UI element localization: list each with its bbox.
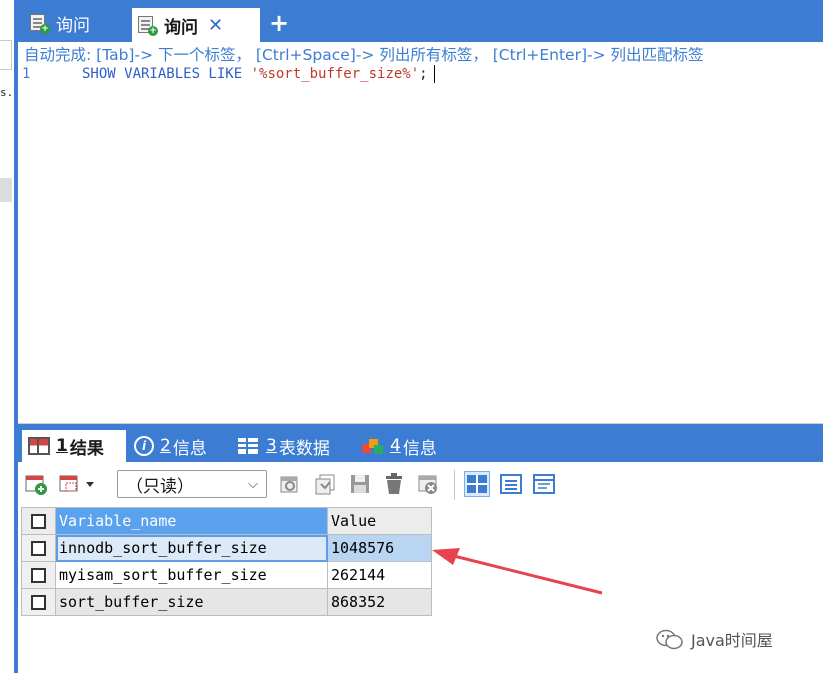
tab-query-2[interactable]: + 询问 ✕ bbox=[132, 8, 260, 42]
text-view-icon bbox=[533, 474, 555, 494]
duplicate-row-button[interactable] bbox=[278, 472, 302, 496]
readonly-mode-select[interactable]: （只读） ⌵ bbox=[117, 470, 267, 498]
line-number: 1 bbox=[22, 66, 31, 82]
cell-value[interactable]: 1048576 bbox=[327, 534, 432, 562]
sql-keywords: SHOW VARIABLES LIKE bbox=[82, 66, 243, 82]
toolbar-divider bbox=[454, 470, 455, 500]
result-toolbar: （只读） ⌵ bbox=[18, 462, 823, 506]
results-grid: Variable_name Value innodb_sort_buffer_s… bbox=[21, 507, 432, 616]
mode-select-value: （只读） bbox=[126, 476, 194, 497]
duplicate-icon bbox=[280, 476, 298, 493]
query-tab-bar: + 询问 + 询问 ✕ + bbox=[18, 0, 823, 42]
object-browser-fragment: s. bbox=[0, 0, 14, 673]
tab-label: 信息 bbox=[402, 438, 437, 459]
connection-box-fragment bbox=[0, 40, 12, 70]
blocks-icon bbox=[362, 437, 384, 455]
object-browser-selection-fragment bbox=[0, 178, 12, 202]
row-checkbox-cell[interactable] bbox=[21, 561, 56, 589]
result-grid-icon bbox=[28, 437, 50, 455]
checkbox[interactable] bbox=[31, 568, 46, 583]
form-view-button[interactable] bbox=[499, 472, 523, 496]
row-checkbox-cell[interactable] bbox=[21, 588, 56, 616]
grid-view-button[interactable] bbox=[464, 471, 490, 497]
text-caret bbox=[433, 65, 435, 83]
table-row[interactable]: innodb_sort_buffer_size 1048576 bbox=[21, 534, 432, 562]
tab-number: 4 bbox=[390, 436, 401, 456]
export-dropdown-button[interactable] bbox=[58, 472, 98, 496]
cell-value[interactable]: 262144 bbox=[327, 561, 432, 589]
tab-number: 3 bbox=[266, 436, 277, 456]
save-button[interactable] bbox=[348, 472, 372, 496]
cell-variable-name[interactable]: innodb_sort_buffer_size bbox=[55, 534, 328, 562]
add-row-button[interactable] bbox=[24, 472, 48, 496]
object-browser-text-fragment: s. bbox=[0, 86, 14, 99]
form-view-icon bbox=[500, 474, 522, 494]
checkbox[interactable] bbox=[31, 514, 46, 529]
cell-variable-name[interactable]: myisam_sort_buffer_size bbox=[55, 561, 328, 589]
tab-query-1[interactable]: + 询问 bbox=[24, 8, 120, 38]
discard-icon bbox=[418, 475, 437, 494]
copy-icon bbox=[315, 474, 335, 495]
tab-number: 2 bbox=[160, 436, 171, 456]
tab-info[interactable]: 4 信息 bbox=[356, 430, 460, 462]
tab-table-data[interactable]: 3 表数据 bbox=[232, 430, 354, 462]
save-icon bbox=[351, 475, 369, 493]
delete-row-button[interactable] bbox=[382, 472, 406, 496]
grid-header-row: Variable_name Value bbox=[21, 507, 432, 535]
checkbox[interactable] bbox=[31, 595, 46, 610]
row-checkbox-cell[interactable] bbox=[21, 534, 56, 562]
tab-label: 询问 bbox=[164, 17, 198, 38]
grid-view-icon bbox=[467, 475, 487, 493]
tab-results[interactable]: 1 结果 bbox=[22, 430, 126, 462]
autocomplete-hint: 自动完成: [Tab]-> 下一个标签， [Ctrl+Space]-> 列出所有… bbox=[24, 46, 704, 64]
watermark: Java时间屋 bbox=[655, 627, 773, 651]
cell-value[interactable]: 868352 bbox=[327, 588, 432, 616]
add-row-icon bbox=[25, 475, 47, 495]
discard-changes-button[interactable] bbox=[416, 472, 440, 496]
close-icon[interactable]: ✕ bbox=[208, 15, 223, 36]
sql-editor[interactable]: 自动完成: [Tab]-> 下一个标签， [Ctrl+Space]-> 列出所有… bbox=[18, 42, 823, 424]
wechat-icon bbox=[656, 629, 683, 650]
table-row[interactable]: myisam_sort_buffer_size 262144 bbox=[21, 561, 432, 589]
checkbox[interactable] bbox=[31, 541, 46, 556]
export-icon bbox=[59, 475, 94, 492]
query-icon: + bbox=[138, 16, 158, 36]
tab-messages[interactable]: i 2 信息 bbox=[128, 430, 230, 462]
sql-string: '%sort_buffer_size%' bbox=[250, 66, 420, 82]
cell-variable-name[interactable]: sort_buffer_size bbox=[55, 588, 328, 616]
add-tab-button[interactable]: + bbox=[268, 8, 290, 38]
info-icon: i bbox=[134, 436, 154, 456]
result-tab-bar: 1 结果 i 2 信息 3 表数据 4 信息 bbox=[18, 424, 823, 462]
sql-terminator: ; bbox=[419, 66, 428, 82]
tab-label: 表数据 bbox=[278, 438, 330, 459]
select-all-checkbox-cell[interactable] bbox=[21, 507, 56, 535]
column-header[interactable]: Value bbox=[327, 507, 432, 535]
column-header[interactable]: Variable_name bbox=[55, 507, 328, 535]
query-icon: + bbox=[30, 14, 50, 34]
table-row[interactable]: sort_buffer_size 868352 bbox=[21, 588, 432, 616]
tab-label: 询问 bbox=[56, 15, 90, 36]
tab-label: 结果 bbox=[69, 438, 104, 459]
code-line[interactable]: 1 SHOW VARIABLES LIKE '%sort_buffer_size%… bbox=[22, 65, 435, 83]
chevron-down-icon: ⌵ bbox=[248, 477, 258, 492]
trash-icon bbox=[386, 473, 402, 494]
table-icon bbox=[238, 438, 258, 454]
text-view-button[interactable] bbox=[532, 472, 556, 496]
copy-row-button[interactable] bbox=[313, 472, 337, 496]
annotation-arrow bbox=[432, 548, 603, 595]
tab-number: 1 bbox=[56, 436, 68, 456]
watermark-text: Java时间屋 bbox=[691, 631, 773, 650]
tab-label: 信息 bbox=[172, 438, 207, 459]
